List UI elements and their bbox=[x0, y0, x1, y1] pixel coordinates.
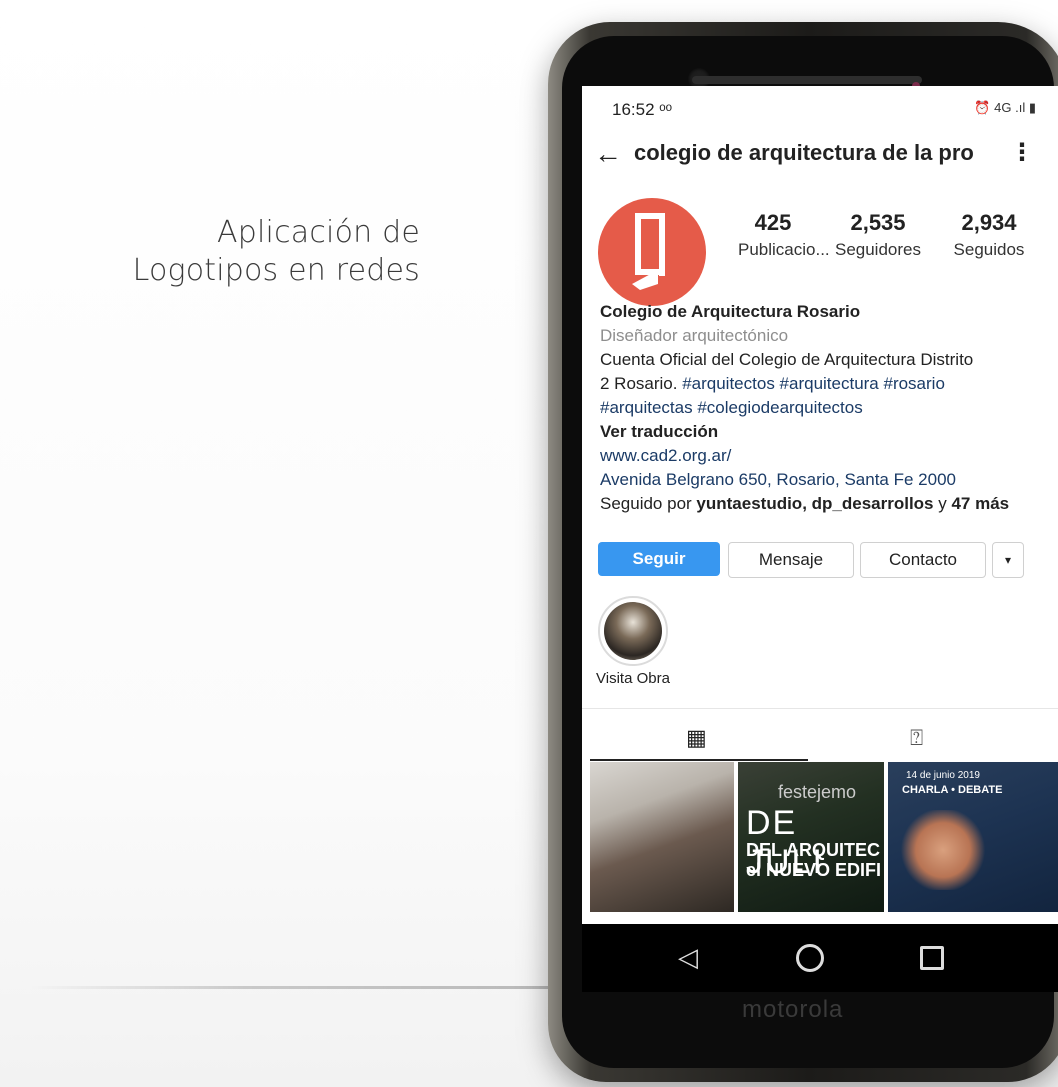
followed-by[interactable]: Seguido por yuntaestudio, dp_desarrollos… bbox=[600, 492, 1050, 516]
address-link[interactable]: Avenida Belgrano 650, Rosario, Santa Fe … bbox=[600, 468, 1050, 492]
followed-by-users: yuntaestudio, dp_desarrollos bbox=[696, 494, 934, 513]
highlight-label: Visita Obra bbox=[596, 670, 670, 687]
profile-username: colegio de arquitectura de la pro bbox=[634, 140, 974, 165]
bio-hashtags-1[interactable]: #arquitectos #arquitectura #rosario bbox=[682, 374, 945, 393]
stat-following-count: 2,934 bbox=[961, 210, 1017, 235]
post-3-text-2: CHARLA • DEBATE bbox=[902, 784, 1003, 796]
caption: Aplicación de Logotipos en redes bbox=[60, 214, 420, 290]
logo-icon bbox=[632, 213, 665, 290]
stat-followers-label: Seguidores bbox=[834, 240, 921, 259]
nav-recents-icon[interactable] bbox=[920, 946, 944, 970]
stat-posts-label: Publicacio... bbox=[738, 240, 830, 259]
profile-header: ← colegio de arquitectura de la pro ⋮ bbox=[582, 130, 1058, 182]
stat-following-label: Seguidos bbox=[953, 240, 1025, 259]
phone-brand-logo: motorola bbox=[742, 996, 844, 1023]
story-highlight[interactable] bbox=[598, 596, 668, 666]
profile-tabs: ▦ ⍰ bbox=[582, 708, 1058, 761]
status-bar: 16:52 ᵒᵒ ⏰ 4G .ıl ▮ bbox=[582, 86, 1058, 130]
followed-by-mid: y bbox=[933, 494, 952, 513]
bio-category: Diseñador arquitectónico bbox=[600, 326, 789, 345]
back-arrow-icon[interactable]: ← bbox=[594, 138, 622, 170]
followed-by-more: 47 más bbox=[951, 494, 1010, 513]
profile-avatar[interactable] bbox=[598, 198, 706, 306]
caption-line-2: Logotipos en redes bbox=[132, 253, 420, 288]
suggested-dropdown-button[interactable]: ▾ bbox=[992, 542, 1024, 578]
profile-stats: 425 Publicacio... 2,535 Seguidores 2,934… bbox=[722, 210, 1052, 270]
follow-button[interactable]: Seguir bbox=[598, 542, 720, 576]
bio-line-2-text: 2 Rosario. bbox=[600, 374, 683, 393]
post-thumbnail-1[interactable] bbox=[590, 762, 734, 912]
website-link[interactable]: www.cad2.org.ar/ bbox=[600, 444, 1050, 468]
android-nav-bar: ◁ bbox=[582, 924, 1058, 992]
more-options-icon[interactable]: ⋮ bbox=[1010, 138, 1034, 167]
post-2-text-3: DEL ARQUITEC bbox=[746, 840, 881, 860]
stat-posts-count: 425 bbox=[754, 210, 792, 235]
contact-button[interactable]: Contacto bbox=[860, 542, 986, 578]
caption-line-1: Aplicación de bbox=[217, 215, 420, 250]
post-3-image bbox=[898, 810, 988, 890]
posts-grid: festejemo DE JULI DEL ARQUITEC el NUEVO … bbox=[590, 762, 1058, 924]
bio-name: Colegio de Arquitectura Rosario bbox=[600, 302, 861, 321]
status-icons: ⏰ 4G .ıl ▮ bbox=[974, 100, 1036, 115]
stat-posts[interactable]: 425 Publicacio... bbox=[738, 210, 830, 260]
message-button[interactable]: Mensaje bbox=[728, 542, 854, 578]
translate-link[interactable]: Ver traducción bbox=[600, 420, 1050, 444]
post-2-text-1: festejemo bbox=[778, 782, 857, 802]
bio-line-1: Cuenta Oficial del Colegio de Arquitectu… bbox=[600, 350, 974, 369]
stat-followers-count: 2,535 bbox=[850, 210, 906, 235]
tagged-tab-icon[interactable]: ⍰ bbox=[910, 725, 923, 751]
bio-line-2: 2 Rosario. #arquitectos #arquitectura #r… bbox=[600, 372, 1050, 396]
stat-following[interactable]: 2,934 Seguidos bbox=[942, 210, 1036, 260]
status-time: 16:52 ᵒᵒ bbox=[612, 100, 673, 119]
highlight-thumbnail bbox=[604, 602, 662, 660]
nav-home-icon[interactable] bbox=[796, 944, 824, 972]
floor-shadow bbox=[30, 986, 570, 989]
phone-screen: 16:52 ᵒᵒ ⏰ 4G .ıl ▮ ← colegio de arquite… bbox=[582, 86, 1058, 924]
post-3-text-1: 14 de junio 2019 bbox=[906, 770, 980, 781]
active-tab-indicator bbox=[590, 759, 808, 761]
post-2-text-4: el NUEVO EDIFI bbox=[746, 860, 882, 880]
followed-by-prefix: Seguido por bbox=[600, 494, 697, 513]
post-thumbnail-2[interactable]: festejemo DE JULI DEL ARQUITEC el NUEVO … bbox=[738, 762, 884, 912]
grid-tab-icon[interactable]: ▦ bbox=[686, 725, 707, 751]
profile-bio: Colegio de Arquitectura Rosario Diseñado… bbox=[600, 300, 1050, 516]
bio-hashtags-2[interactable]: #arquitectas #colegiodearquitectos bbox=[600, 396, 1050, 420]
post-thumbnail-3[interactable]: 14 de junio 2019 CHARLA • DEBATE bbox=[888, 762, 1058, 912]
nav-back-icon[interactable]: ◁ bbox=[678, 942, 698, 973]
earpiece-speaker bbox=[692, 76, 922, 84]
stat-followers[interactable]: 2,535 Seguidores bbox=[826, 210, 930, 260]
